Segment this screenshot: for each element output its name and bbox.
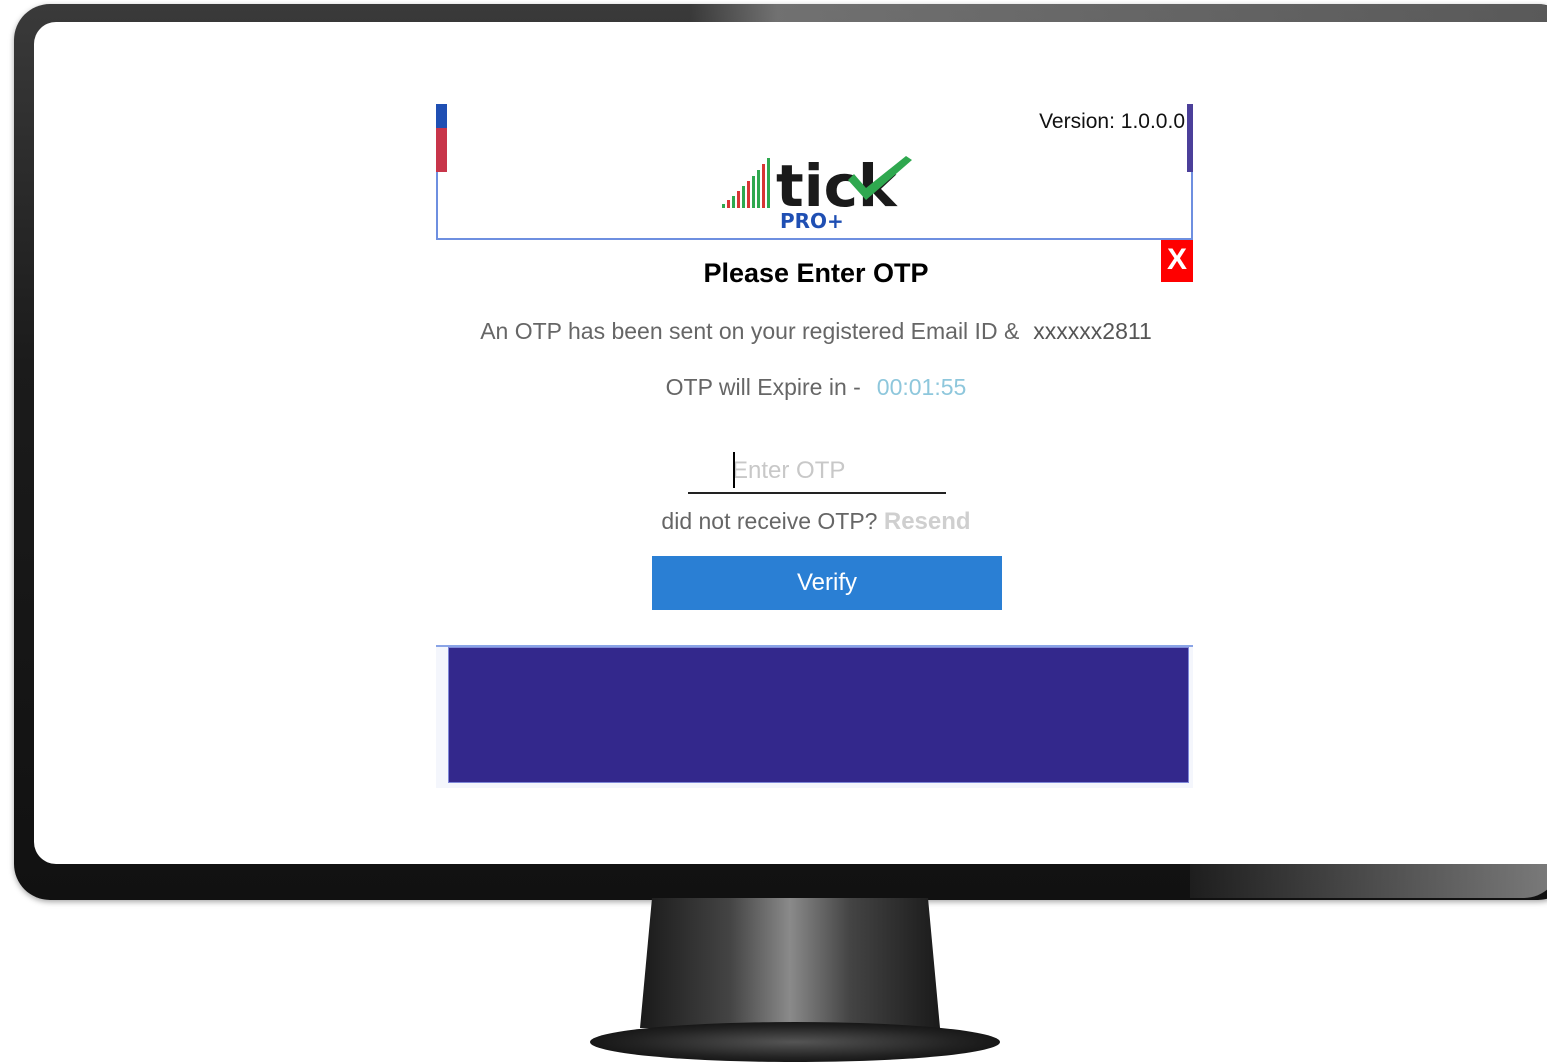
resend-link[interactable]: Resend <box>884 508 971 535</box>
expire-label: OTP will Expire in - <box>665 374 861 400</box>
signal-bars-icon <box>722 158 770 208</box>
resend-row: did not receive OTP? Resend <box>436 508 1196 536</box>
background-edge-stripe <box>436 128 447 172</box>
monitor-bottom-glare <box>1190 862 1547 898</box>
monitor-stand-neck <box>640 898 940 1028</box>
otp-sent-message: An OTP has been sent on your registered … <box>436 318 1196 345</box>
otp-sent-text: An OTP has been sent on your registered … <box>480 318 1020 344</box>
dialog-title: Please Enter OTP <box>703 258 929 288</box>
masked-contact: xxxxxx2811 <box>1033 318 1152 344</box>
tick-pro-logo-graphic: tick PRO+ <box>722 152 912 233</box>
monitor-stand-base <box>590 1022 1000 1062</box>
expire-timer: 00:01:55 <box>876 374 967 400</box>
otp-input[interactable] <box>688 450 946 494</box>
promo-banner <box>448 647 1189 783</box>
tick-pro-logo: tick PRO+ <box>720 146 920 236</box>
logo-subtitle: PRO+ <box>780 209 844 233</box>
background-edge-stripe <box>436 104 447 128</box>
otp-expiry: OTP will Expire in - 00:01:55 <box>436 374 1196 401</box>
resend-prompt: did not receive OTP? <box>661 508 878 534</box>
text-caret <box>733 452 735 488</box>
version-label: Version: 1.0.0.0 <box>1039 110 1185 133</box>
verify-button[interactable]: Verify <box>652 556 1002 610</box>
background-edge-stripe <box>1187 104 1193 172</box>
